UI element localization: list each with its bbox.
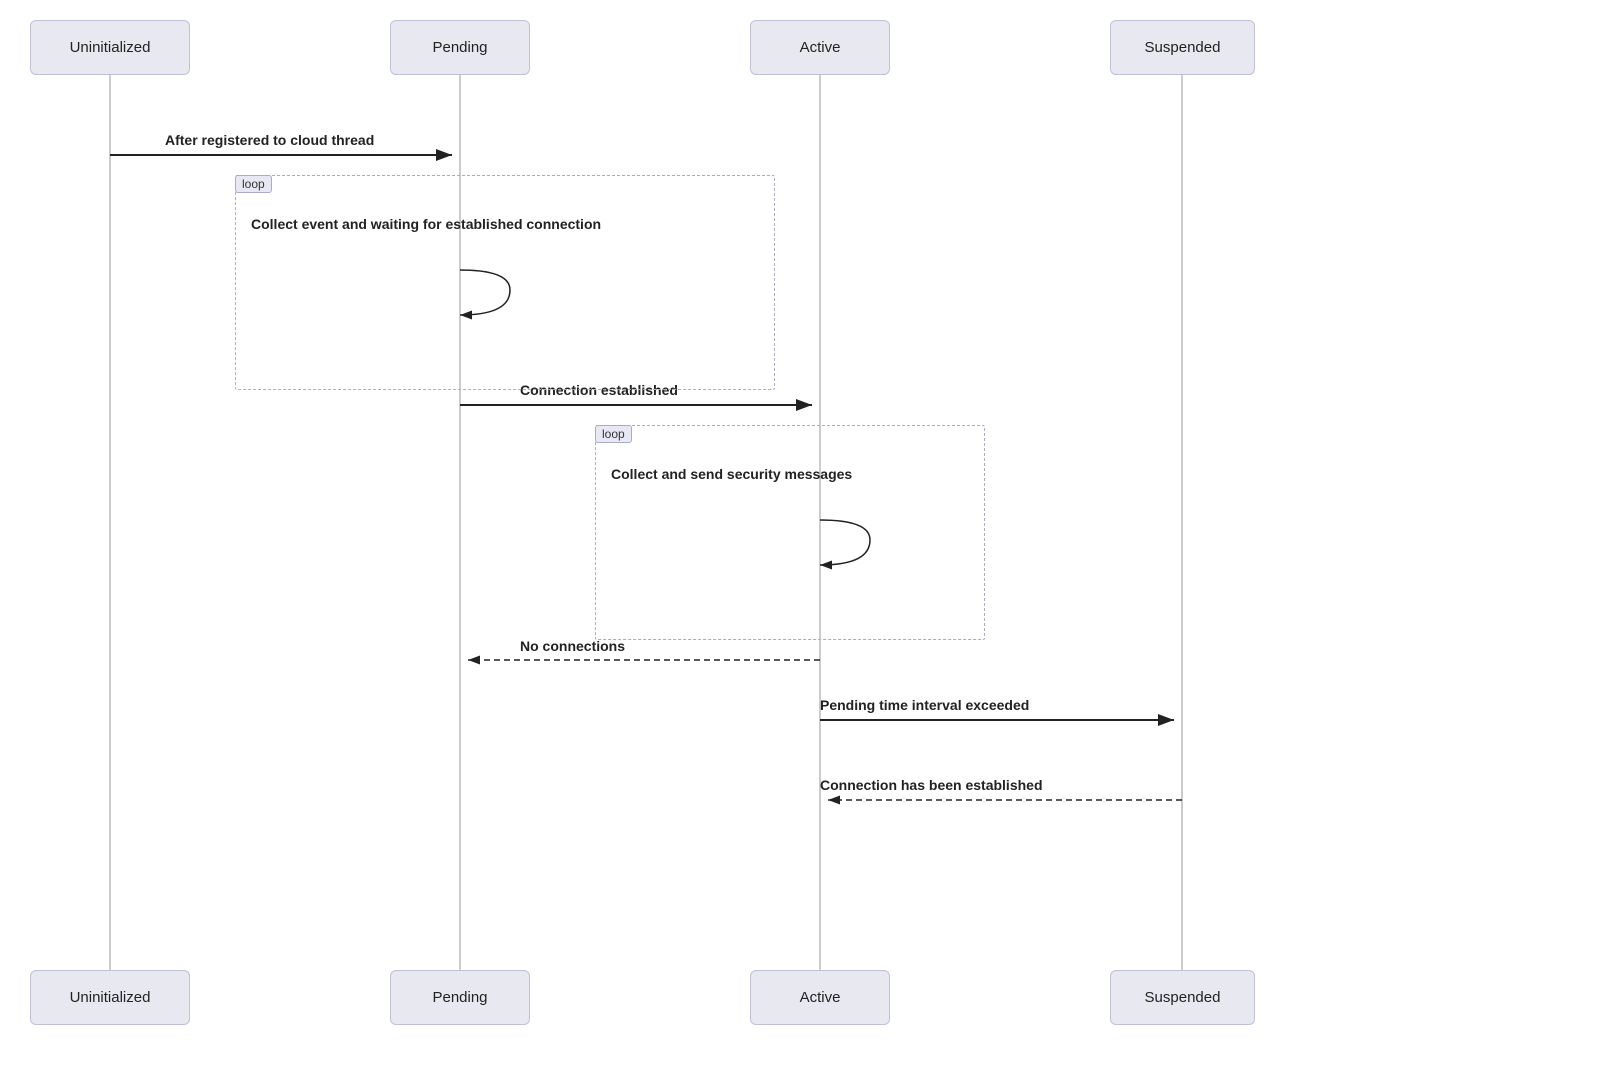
lifeline-box-suspended-top: Suspended — [1110, 20, 1255, 75]
arrow-label-3: No connections — [520, 638, 625, 654]
arrow-label-4: Pending time interval exceeded — [820, 697, 1029, 713]
lifeline-label: Suspended — [1145, 39, 1221, 56]
lifeline-label-bottom: Pending — [432, 989, 487, 1006]
lifeline-label: Pending — [432, 39, 487, 56]
lifeline-label: Active — [800, 39, 841, 56]
diagram-container: Uninitialized Pending Active Suspended A… — [0, 0, 1602, 1087]
lifeline-box-active-bottom: Active — [750, 970, 890, 1025]
lifeline-label-bottom: Active — [800, 989, 841, 1006]
lifeline-label-bottom: Suspended — [1145, 989, 1221, 1006]
lifeline-box-uninitialized-bottom: Uninitialized — [30, 970, 190, 1025]
loop-box-2: loop Collect and send security messages — [595, 425, 985, 640]
arrow-label-5: Connection has been established — [820, 777, 1043, 793]
loop-desc-2: Collect and send security messages — [611, 466, 852, 482]
arrow-label-1: After registered to cloud thread — [165, 132, 374, 148]
lifeline-box-suspended-bottom: Suspended — [1110, 970, 1255, 1025]
lifeline-label: Uninitialized — [70, 39, 151, 56]
lifeline-box-pending-bottom: Pending — [390, 970, 530, 1025]
lifeline-box-pending-top: Pending — [390, 20, 530, 75]
lifeline-box-uninitialized-top: Uninitialized — [30, 20, 190, 75]
loop-label-2: loop — [595, 425, 632, 443]
loop-label-1: loop — [235, 175, 272, 193]
loop-desc-1: Collect event and waiting for establishe… — [251, 216, 601, 232]
lifeline-box-active-top: Active — [750, 20, 890, 75]
lifeline-label-bottom: Uninitialized — [70, 989, 151, 1006]
loop-box-1: loop Collect event and waiting for estab… — [235, 175, 775, 390]
